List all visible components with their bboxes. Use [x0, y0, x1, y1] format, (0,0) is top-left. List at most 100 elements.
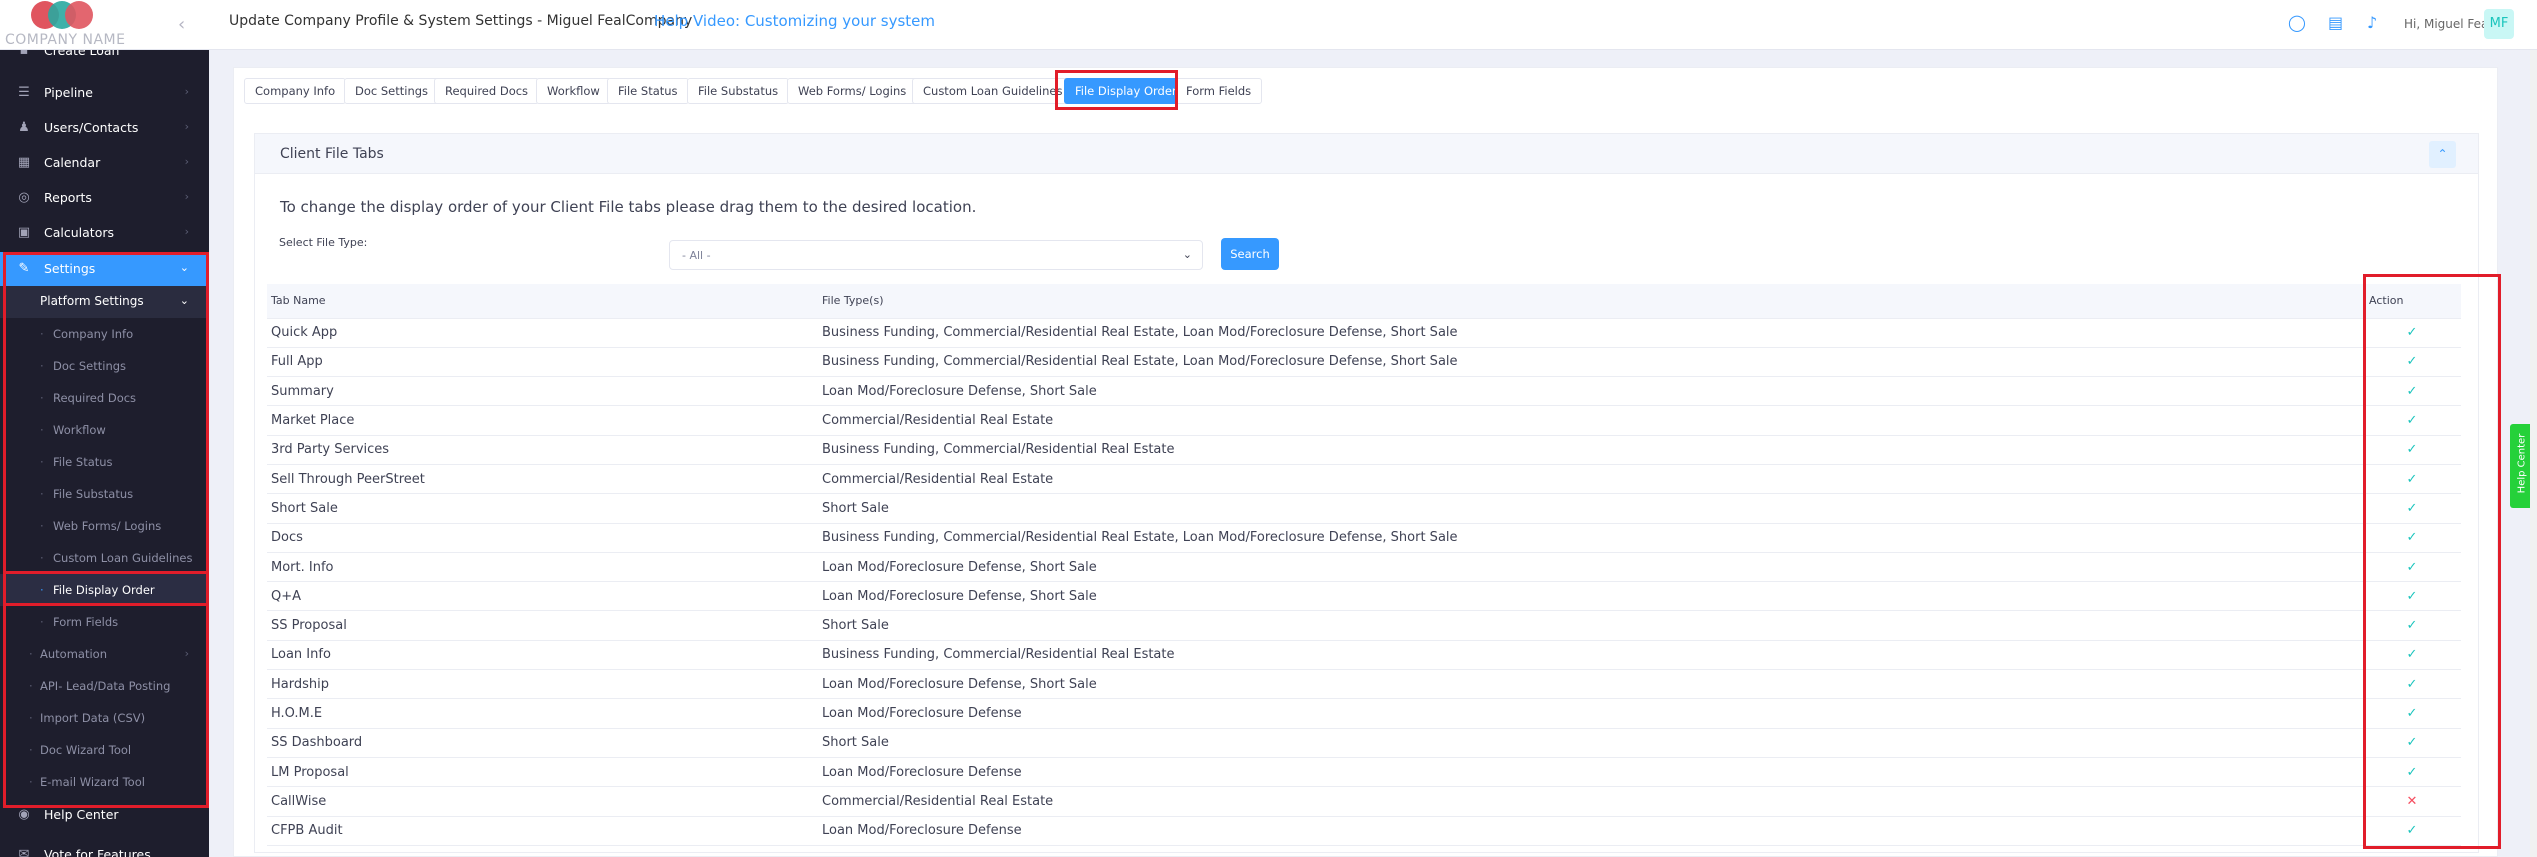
sidebar-collapse-icon[interactable]: ‹ [178, 14, 185, 35]
tab-name-cell: Summary [267, 376, 818, 407]
tab-name-cell: CFPB Audit [267, 816, 818, 846]
main-content: Company Info Doc Settings Required Docs … [233, 67, 2498, 857]
page-scrollbar[interactable] [2530, 50, 2537, 857]
action-cell: ✓ [2363, 816, 2461, 846]
check-icon[interactable]: ✓ [2407, 765, 2418, 780]
sidebar-item-settings[interactable]: ✎ Settings ⌄ [0, 252, 209, 286]
check-icon[interactable]: ✓ [2407, 354, 2418, 369]
tab-doc-settings[interactable]: Doc Settings [344, 78, 440, 104]
sidebar-item-file-status[interactable]: · File Status [0, 446, 209, 478]
action-cell: ✓ [2363, 318, 2461, 348]
sidebar-item-vote[interactable]: ✉ Vote for Features [0, 838, 209, 857]
tab-form-fields[interactable]: Form Fields [1175, 78, 1263, 104]
file-type-select[interactable]: - All - ⌄ [669, 240, 1203, 270]
sidebar-item-calculators[interactable]: ▣ Calculators › [0, 216, 209, 250]
sidebar-item-email-wizard[interactable]: · E-mail Wizard Tool [0, 766, 209, 798]
tab-company-info[interactable]: Company Info [244, 78, 347, 104]
table-row[interactable]: Q+A Loan Mod/Foreclosure Defense, Short S… [267, 581, 2461, 612]
sidebar-item-import-data[interactable]: · Import Data (CSV) [0, 702, 209, 734]
tab-workflow[interactable]: Workflow [536, 78, 611, 104]
table-row[interactable]: Short Sale Short Sale ✓ [267, 493, 2461, 524]
sidebar-item-company-info[interactable]: · Company Info [0, 318, 209, 350]
sidebar-item-create-loan[interactable]: ▪ Create Loan [0, 50, 209, 68]
tab-file-substatus[interactable]: File Substatus [687, 78, 790, 104]
file-types-cell: Short Sale [818, 728, 2363, 758]
tab-name-cell: Quick App [267, 318, 818, 348]
sidebar-item-platform-settings[interactable]: Platform Settings ⌄ [0, 286, 209, 318]
sidebar-item-reports[interactable]: ◎ Reports › [0, 181, 209, 215]
table-row[interactable]: Quick App Business Funding, Commercial/Re… [267, 318, 2461, 348]
check-icon[interactable]: ✓ [2407, 384, 2418, 399]
table-row[interactable]: LM Proposal Loan Mod/Foreclosure Defense ✓ [267, 757, 2461, 788]
table-row[interactable]: Loan Info Business Funding, Commercial/Re… [267, 640, 2461, 671]
check-icon[interactable]: ✓ [2407, 647, 2418, 662]
sidebar-item-automation[interactable]: · Automation › [0, 638, 209, 670]
sidebar-item-help-center[interactable]: ◉ Help Center [0, 798, 209, 832]
table-row[interactable]: H.O.M.E Loan Mod/Foreclosure Defense ✓ [267, 698, 2461, 729]
action-cell: ✓ [2363, 669, 2461, 700]
tab-required-docs[interactable]: Required Docs [434, 78, 540, 104]
table-row[interactable]: Docs Business Funding, Commercial/Residen… [267, 523, 2461, 553]
plus-icon: ▪ [19, 50, 29, 58]
vote-icon: ✉ [18, 847, 30, 857]
table-row[interactable]: CallWise Commercial/Residential Real Esta… [267, 786, 2461, 817]
table-row[interactable]: SS Dashboard Short Sale ✓ [267, 728, 2461, 758]
sidebar-item-form-fields[interactable]: · Form Fields [0, 606, 209, 638]
tab-file-status[interactable]: File Status [607, 78, 689, 104]
sidebar-item-file-substatus[interactable]: · File Substatus [0, 478, 209, 510]
cross-icon[interactable]: ✕ [2407, 794, 2418, 809]
help-video-link[interactable]: Help Video: Customizing your system [654, 12, 935, 30]
search-button[interactable]: Search [1221, 238, 1279, 270]
calculator-icon: ▣ [17, 225, 31, 240]
sidebar-item-pipeline[interactable]: ☰ Pipeline › [0, 76, 209, 110]
table-row[interactable]: 3rd Party Services Business Funding, Comm… [267, 435, 2461, 465]
check-icon[interactable]: ✓ [2407, 560, 2418, 575]
tab-name-cell: Mort. Info [267, 552, 818, 583]
check-icon[interactable]: ✓ [2407, 501, 2418, 516]
check-icon[interactable]: ✓ [2407, 413, 2418, 428]
sidebar-item-workflow[interactable]: · Workflow [0, 414, 209, 446]
sidebar-item-custom-loan-guidelines[interactable]: · Custom Loan Guidelines [0, 542, 209, 574]
check-icon[interactable]: ✓ [2407, 589, 2418, 604]
check-icon[interactable]: ✓ [2407, 823, 2418, 838]
table-row[interactable]: Hardship Loan Mod/Foreclosure Defense, Sh… [267, 669, 2461, 700]
table-row[interactable]: Mort. Info Loan Mod/Foreclosure Defense, … [267, 552, 2461, 583]
table-row[interactable]: CFPB Audit Loan Mod/Foreclosure Defense ✓ [267, 816, 2461, 846]
tab-web-forms[interactable]: Web Forms/ Logins [787, 78, 918, 104]
check-icon[interactable]: ✓ [2407, 442, 2418, 457]
company-logo[interactable]: COMPANY NAME [5, 0, 125, 50]
table-row[interactable]: Sell Through PeerStreet Commercial/Reside… [267, 464, 2461, 495]
check-icon[interactable]: ✓ [2407, 735, 2418, 750]
table-row[interactable]: Summary Loan Mod/Foreclosure Defense, Sho… [267, 376, 2461, 407]
sidebar-item-api-lead-posting[interactable]: · API- Lead/Data Posting [0, 670, 209, 702]
table-row[interactable]: Market Place Commercial/Residential Real … [267, 405, 2461, 436]
table-row[interactable]: Full App Business Funding, Commercial/Res… [267, 347, 2461, 378]
calendar-icon: ▦ [17, 155, 31, 170]
column-header-file-types: File Type(s) [818, 284, 2363, 319]
bell-icon[interactable]: ♪ [2367, 13, 2377, 32]
sidebar-item-users[interactable]: ♟ Users/Contacts › [0, 111, 209, 145]
tab-custom-loan-guidelines[interactable]: Custom Loan Guidelines [912, 78, 1074, 104]
collapse-chevron-up-icon[interactable]: ⌃ [2429, 141, 2456, 168]
sidebar-item-file-display-order[interactable]: · File Display Order [0, 574, 209, 606]
sidebar-item-required-docs[interactable]: · Required Docs [0, 382, 209, 414]
notes-icon[interactable]: ▤ [2328, 13, 2343, 32]
sidebar-item-web-forms[interactable]: · Web Forms/ Logins [0, 510, 209, 542]
check-icon[interactable]: ✓ [2407, 706, 2418, 721]
chevron-right-icon: › [184, 120, 189, 133]
check-icon[interactable]: ✓ [2407, 677, 2418, 692]
table-row[interactable]: SS Proposal Short Sale ✓ [267, 610, 2461, 641]
tab-file-display-order[interactable]: File Display Order [1064, 78, 1188, 104]
check-icon[interactable]: ✓ [2407, 618, 2418, 633]
sidebar-item-doc-wizard[interactable]: · Doc Wizard Tool [0, 734, 209, 766]
check-icon[interactable]: ✓ [2407, 530, 2418, 545]
avatar[interactable]: MF [2484, 9, 2514, 39]
search-circle-icon[interactable]: ◯ [2288, 13, 2306, 32]
check-icon[interactable]: ✓ [2407, 472, 2418, 487]
sidebar-item-calendar[interactable]: ▦ Calendar › [0, 146, 209, 180]
chevron-right-icon: › [184, 225, 189, 238]
list-icon: ☰ [18, 85, 30, 100]
action-cell: ✓ [2363, 698, 2461, 729]
sidebar-item-doc-settings[interactable]: · Doc Settings [0, 350, 209, 382]
check-icon[interactable]: ✓ [2407, 325, 2418, 340]
